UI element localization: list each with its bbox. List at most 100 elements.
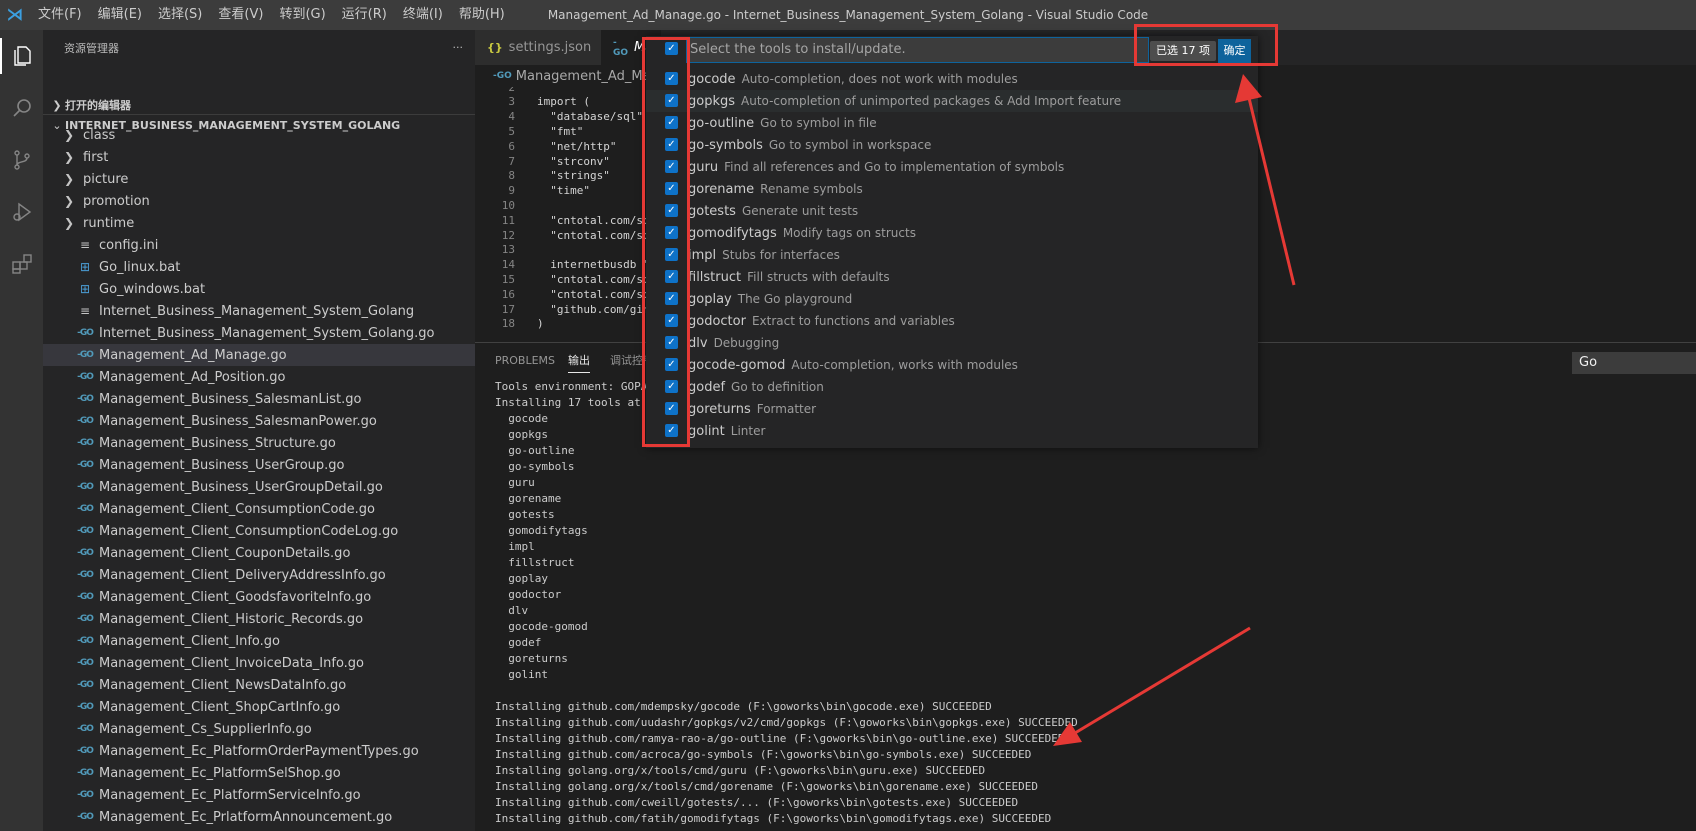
tree-file[interactable]: -GO Management_Business_Structure.go bbox=[43, 432, 475, 454]
go-file-icon: -GO bbox=[77, 614, 94, 624]
tree-file[interactable]: -GO Management_Client_GoodsfavoriteInfo.g… bbox=[43, 586, 475, 608]
tree-folder[interactable]: ❯ first bbox=[43, 146, 475, 168]
menu-item[interactable]: 编辑(E) bbox=[90, 0, 150, 30]
menu-item[interactable]: 文件(F) bbox=[30, 0, 90, 30]
select-all-checkbox[interactable]: ✓ bbox=[665, 42, 678, 55]
tree-file[interactable]: -GO Management_Client_ConsumptionCodeLog.… bbox=[43, 520, 475, 542]
tree-file[interactable]: -GO Management_Client_NewsDataInfo.go bbox=[43, 674, 475, 696]
tool-checkbox[interactable]: ✓ bbox=[665, 270, 678, 283]
tool-checkbox[interactable]: ✓ bbox=[665, 116, 678, 129]
menu-item[interactable]: 选择(S) bbox=[150, 0, 210, 30]
tool-option[interactable]: ✓ dlv Debugging bbox=[646, 332, 1258, 354]
quick-pick-list: ✓ gocode Auto-completion, does not work wi… bbox=[646, 68, 1258, 442]
explorer-icon[interactable] bbox=[0, 30, 43, 82]
output-line: guru bbox=[495, 476, 535, 489]
tree-file[interactable]: -GO Management_Business_UserGroupDetail.g… bbox=[43, 476, 475, 498]
tool-checkbox[interactable]: ✓ bbox=[665, 402, 678, 415]
tree-file[interactable]: -GO Management_Client_CouponDetails.go bbox=[43, 542, 475, 564]
tree-file[interactable]: ≡ Internet_Business_Management_System_Gol… bbox=[43, 300, 475, 322]
tree-file[interactable]: -GO Management_Ec_PlatformSelShop.go bbox=[43, 762, 475, 784]
tree-file[interactable]: -GO Management_Client_Info.go bbox=[43, 630, 475, 652]
ok-button[interactable]: 确定 bbox=[1218, 39, 1251, 63]
tool-option[interactable]: ✓ impl Stubs for interfaces bbox=[646, 244, 1258, 266]
tree-file[interactable]: -GO Management_Client_DeliveryAddressInfo… bbox=[43, 564, 475, 586]
tree-file[interactable]: -GO Management_Client_Historic_Records.go bbox=[43, 608, 475, 630]
tool-checkbox[interactable]: ✓ bbox=[665, 182, 678, 195]
tab-problems[interactable]: PROBLEMS bbox=[495, 343, 555, 379]
source-control-icon[interactable] bbox=[0, 134, 43, 186]
tree-file[interactable]: -GO Internet_Business_Management_System_G… bbox=[43, 322, 475, 344]
tab-output[interactable]: 输出 bbox=[568, 343, 590, 379]
tree-item-label: Internet_Business_Management_System_Gola… bbox=[99, 303, 415, 319]
open-editors-section[interactable]: ❯ 打开的编辑器 bbox=[43, 94, 475, 116]
tool-option[interactable]: ✓ goplay The Go playground bbox=[646, 288, 1258, 310]
menu-item[interactable]: 终端(I) bbox=[395, 0, 451, 30]
tool-checkbox[interactable]: ✓ bbox=[665, 160, 678, 173]
tree-file[interactable]: -GO Management_Business_SalesmanList.go bbox=[43, 388, 475, 410]
tree-file[interactable]: -GO Management_Business_SalesmanPower.go bbox=[43, 410, 475, 432]
tool-checkbox[interactable]: ✓ bbox=[665, 424, 678, 437]
tree-file[interactable]: -GO Management_Ad_Manage.go bbox=[43, 344, 475, 366]
tool-checkbox[interactable]: ✓ bbox=[665, 358, 678, 371]
tool-checkbox[interactable]: ✓ bbox=[665, 72, 678, 85]
tree-file[interactable]: -GO Management_Client_ShopCartInfo.go bbox=[43, 696, 475, 718]
tree-folder[interactable]: ❯ class bbox=[43, 124, 475, 146]
tree-file[interactable]: -GO Management_Ec_PlatformOrderPaymentTyp… bbox=[43, 740, 475, 762]
tool-option[interactable]: ✓ godef Go to definition bbox=[646, 376, 1258, 398]
menu-item[interactable]: 转到(G) bbox=[271, 0, 333, 30]
tree-file[interactable]: -GO Management_Ec_PlatformServiceInfo.go bbox=[43, 784, 475, 806]
tool-option[interactable]: ✓ gorename Rename symbols bbox=[646, 178, 1258, 200]
tool-option[interactable]: ✓ gocode-gomod Auto-completion, works with… bbox=[646, 354, 1258, 376]
selected-count-badge: 已选 17 项 bbox=[1150, 41, 1216, 61]
tool-checkbox[interactable]: ✓ bbox=[665, 380, 678, 393]
menu-item[interactable]: 运行(R) bbox=[334, 0, 395, 30]
tree-item-label: Management_Business_UserGroup.go bbox=[99, 457, 345, 473]
quick-pick-input[interactable]: Select the tools to install/update. bbox=[686, 37, 1149, 63]
tree-file[interactable]: -GO Management_Cs_SupplierInfo.go bbox=[43, 718, 475, 740]
menu-item[interactable]: 帮助(H) bbox=[451, 0, 513, 30]
code-line: 7 "strconv" bbox=[475, 153, 609, 169]
tool-checkbox[interactable]: ✓ bbox=[665, 292, 678, 305]
tool-checkbox[interactable]: ✓ bbox=[665, 226, 678, 239]
line-number: 17 bbox=[501, 302, 515, 316]
tree-file[interactable]: -GO Management_Client_ConsumptionCode.go bbox=[43, 498, 475, 520]
tool-option[interactable]: ✓ fillstruct Fill structs with defaults bbox=[646, 266, 1258, 288]
search-icon[interactable] bbox=[0, 82, 43, 134]
tree-file[interactable]: ≡ config.ini bbox=[43, 234, 475, 256]
tree-file[interactable]: ⊞ Go_windows.bat bbox=[43, 278, 475, 300]
tab-settings-json[interactable]: {} settings.json bbox=[475, 30, 601, 65]
tool-option[interactable]: ✓ godoctor Extract to functions and variab… bbox=[646, 310, 1258, 332]
extensions-icon[interactable] bbox=[0, 238, 43, 290]
tool-option[interactable]: ✓ gocode Auto-completion, does not work wi… bbox=[646, 68, 1258, 90]
tool-option[interactable]: ✓ gomodifytags Modify tags on structs bbox=[646, 222, 1258, 244]
tool-checkbox[interactable]: ✓ bbox=[665, 94, 678, 107]
run-debug-icon[interactable] bbox=[0, 186, 43, 238]
tree-file[interactable]: -GO Management_Ec_PrlatformAnnouncement.g… bbox=[43, 806, 475, 828]
tool-checkbox[interactable]: ✓ bbox=[665, 314, 678, 327]
code-line: 13 bbox=[475, 242, 515, 258]
tool-option[interactable]: ✓ guru Find all references and Go to imple… bbox=[646, 156, 1258, 178]
tree-file[interactable]: ⊞ Go_linux.bat bbox=[43, 256, 475, 278]
menu-item[interactable]: 查看(V) bbox=[210, 0, 271, 30]
tool-checkbox[interactable]: ✓ bbox=[665, 204, 678, 217]
output-channel-select[interactable]: Go bbox=[1572, 352, 1696, 374]
tool-checkbox[interactable]: ✓ bbox=[665, 138, 678, 151]
tool-option[interactable]: ✓ golint Linter bbox=[646, 420, 1258, 442]
tree-file[interactable]: -GO Management_Client_InvoiceData_Info.go bbox=[43, 652, 475, 674]
tree-folder[interactable]: ❯ promotion bbox=[43, 190, 475, 212]
tool-checkbox[interactable]: ✓ bbox=[665, 336, 678, 349]
tool-option[interactable]: ✓ go-outline Go to symbol in file bbox=[646, 112, 1258, 134]
tool-option[interactable]: ✓ gopkgs Auto-completion of unimported pac… bbox=[646, 90, 1258, 112]
tool-checkbox[interactable]: ✓ bbox=[665, 248, 678, 261]
tree-folder[interactable]: ❯ picture bbox=[43, 168, 475, 190]
tool-option[interactable]: ✓ goreturns Formatter bbox=[646, 398, 1258, 420]
tree-item-label: Management_Business_UserGroupDetail.go bbox=[99, 479, 383, 495]
tree-file[interactable]: -GO Management_Business_UserGroup.go bbox=[43, 454, 475, 476]
tool-option[interactable]: ✓ go-symbols Go to symbol in workspace bbox=[646, 134, 1258, 156]
tree-file[interactable]: -GO Management_Ad_Position.go bbox=[43, 366, 475, 388]
tool-name: gotests bbox=[688, 203, 736, 219]
tree-folder[interactable]: ❯ runtime bbox=[43, 212, 475, 234]
tool-option[interactable]: ✓ gotests Generate unit tests bbox=[646, 200, 1258, 222]
windows-file-icon: ⊞ bbox=[79, 282, 91, 296]
more-actions-icon[interactable]: ··· bbox=[453, 41, 464, 54]
